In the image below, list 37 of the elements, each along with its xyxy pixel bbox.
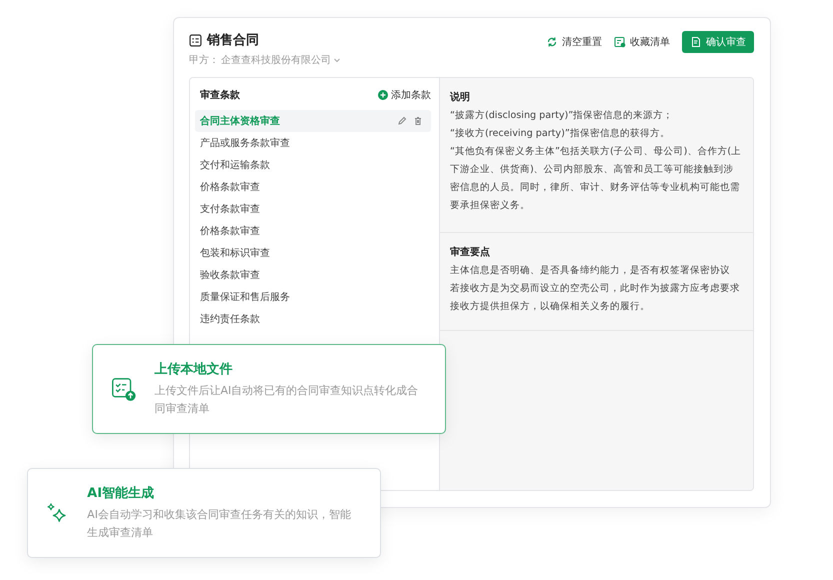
add-clause-button[interactable]: 添加条款 <box>378 88 431 102</box>
panel-title: 审查条款 <box>200 88 240 102</box>
party-label: 甲方： <box>189 54 219 67</box>
clause-item[interactable]: 交付和运输条款 <box>195 154 431 176</box>
section-paragraph: “接收方(receiving party)”指保密信息的获得方。 <box>450 127 671 141</box>
clause-item[interactable]: 验收条款审查 <box>195 264 431 286</box>
section-paragraph: “其他负有保密义务主体”包括关联方(子公司、母公司)、合作方(上下游企业、供货商)、公司内部股东、高管和员工等可能接触到涉密信息的人员。同时，律所、审计、财务评估等专业机构可能也需要承担保密义务。 <box>450 145 742 213</box>
clause-item[interactable]: 价格条款审查 <box>195 176 431 198</box>
section-paragraph: “披露方(disclosing party)”指保密信息的来源方； <box>450 109 674 123</box>
reset-button[interactable]: 清空重置 <box>546 35 602 49</box>
chevron-down-icon <box>333 56 341 64</box>
section-paragraph: 主体信息是否明确、是否具备缔约能力，是否有权签署保密协议 <box>450 264 731 278</box>
card-description: 上传文件后让AI自动将已有的合同审查知识点转化成合同审查清单 <box>154 383 420 417</box>
clause-item[interactable]: 价格条款审查 <box>195 220 431 242</box>
section-paragraph: 若接收方是为交易而设立的空壳公司，此时作为披露方应考虑要求接收方提供担保方，以确保相关义务的履行。 <box>450 282 741 314</box>
clause-item[interactable]: 包装和标识审查 <box>195 242 431 264</box>
refresh-icon <box>546 36 558 48</box>
document-icon <box>690 36 702 48</box>
favorite-button[interactable]: 收藏清单 <box>614 35 670 49</box>
checklist-icon <box>614 36 626 48</box>
checklist-icon <box>189 34 202 46</box>
trash-icon <box>413 116 423 126</box>
option-card[interactable]: 上传本地文件 上传文件后让AI自动将已有的合同审查知识点转化成合同审查清单 <box>92 344 446 434</box>
clause-item[interactable]: 支付条款审查 <box>195 198 431 220</box>
section-title: 审查要点 <box>450 245 491 259</box>
clause-item[interactable]: 产品或服务条款审查 <box>195 132 431 154</box>
card-title: 上传本地文件 <box>154 360 234 378</box>
option-card[interactable]: AI智能生成 AI会自动学习和收集该合同审查任务有关的知识，智能生成审查清单 <box>27 468 381 558</box>
clause-item[interactable]: 质量保证和售后服务 <box>195 286 431 308</box>
plus-circle-icon <box>378 90 388 100</box>
section-title: 说明 <box>450 90 471 104</box>
card-description: AI会自动学习和收集该合同审查任务有关的知识，智能生成审查清单 <box>87 507 352 541</box>
window-title: 销售合同 <box>207 32 259 49</box>
pencil-icon <box>397 116 407 126</box>
clause-item[interactable]: 违约责任条款 <box>195 308 431 330</box>
confirm-button[interactable]: 确认审查 <box>682 31 754 53</box>
card-title: AI智能生成 <box>87 485 156 502</box>
